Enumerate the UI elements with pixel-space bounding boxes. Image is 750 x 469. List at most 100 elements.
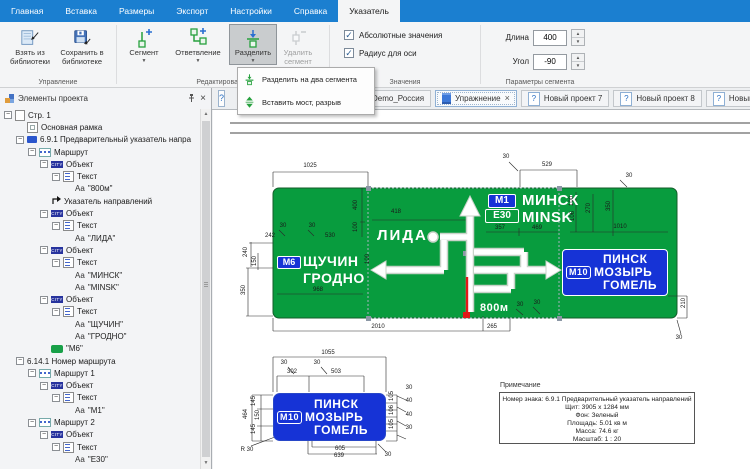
tree-item[interactable]: Аа"ЩУЧИН" <box>0 318 199 330</box>
tree-expander-icon[interactable]: − <box>40 210 48 218</box>
tree-expander-icon[interactable]: − <box>28 419 36 427</box>
sign-text-lida[interactable]: ЛИДА <box>377 227 428 244</box>
tree-item[interactable]: −Маршрут <box>0 146 199 158</box>
take-from-library-button[interactable]: Взять из библиотеки <box>4 24 56 67</box>
tab-new-project-9[interactable]: ? Новый проект 9 <box>706 90 750 107</box>
help-button[interactable]: ? <box>218 90 225 107</box>
sign-text-distance[interactable]: 800м <box>480 302 509 314</box>
tree-expander-icon[interactable]: − <box>52 443 60 451</box>
tree-item-label: Указатель направлений <box>64 197 152 206</box>
scrollbar-thumb[interactable] <box>202 121 210 457</box>
tree-item[interactable]: −6.9.1 Предварительный указатель напра <box>0 134 199 146</box>
tree-expander-icon[interactable]: − <box>40 160 48 168</box>
tree-expander-icon[interactable]: − <box>40 296 48 304</box>
tree-expander-icon[interactable]: − <box>52 394 60 402</box>
menu-help[interactable]: Справка <box>283 0 338 22</box>
split-button[interactable]: Разделить ▼ <box>229 24 277 65</box>
right-direction-panel[interactable]: ПИНСК М10 МОЗЫРЬ ГОМЕЛЬ <box>562 249 668 296</box>
tree-item[interactable]: Аа"ЛИДА" <box>0 232 199 244</box>
sign-text-schuchin[interactable]: ЩУЧИН <box>303 253 359 269</box>
radius-for-axis-checkbox-row[interactable]: ✓ Радиус для оси <box>344 48 442 58</box>
tab-close-icon[interactable]: × <box>505 94 510 103</box>
menu-tab-pointer-active[interactable]: Указатель <box>338 0 400 22</box>
tree-expander-icon[interactable]: − <box>28 369 36 377</box>
tree-item[interactable]: −Текст <box>0 441 199 453</box>
menu-insert[interactable]: Вставка <box>54 0 108 22</box>
tree-item[interactable]: −CITYОбъект <box>0 207 199 219</box>
tree-item[interactable]: −6.14.1 Номер маршрута <box>0 355 199 367</box>
length-spinner[interactable]: ▲ ▼ <box>571 29 585 46</box>
tree-item[interactable]: Аа"М1" <box>0 404 199 416</box>
length-input[interactable] <box>533 30 567 46</box>
tree-expander-icon[interactable]: − <box>28 148 36 156</box>
tree-item-label: 6.14.1 Номер маршрута <box>27 357 116 366</box>
tree-expander-icon[interactable]: − <box>40 431 48 439</box>
tree-expander-icon[interactable]: − <box>52 173 60 181</box>
tree-expander-icon[interactable]: − <box>40 382 48 390</box>
tree-item[interactable]: −Текст <box>0 257 199 269</box>
tree-item[interactable]: −Маршрут 2 <box>0 416 199 428</box>
tree-item[interactable]: −Маршрут 1 <box>0 367 199 379</box>
tree-item[interactable]: Аа"МИНСК" <box>0 269 199 281</box>
branch-button[interactable]: Ответвление ▼ <box>167 24 229 65</box>
spin-up-icon[interactable]: ▲ <box>572 54 584 62</box>
angle-spinner[interactable]: ▲ ▼ <box>571 53 585 70</box>
tree-item[interactable]: −CITYОбъект <box>0 380 199 392</box>
tree-scrollbar[interactable]: ▲ ▼ <box>200 109 211 469</box>
tree-item[interactable]: −CITYОбъект <box>0 244 199 256</box>
menu-item-split-into-two[interactable]: Разделить на два сегмента <box>238 68 374 91</box>
tab-new-project-7[interactable]: ? Новый проект 7 <box>521 90 610 107</box>
panel-close-icon[interactable]: × <box>200 94 206 104</box>
spin-down-icon[interactable]: ▼ <box>572 62 584 69</box>
tab-new-project-8[interactable]: ? Новый проект 8 <box>613 90 702 107</box>
tree-expander-icon[interactable]: − <box>52 259 60 267</box>
tree-item[interactable]: −Стр. 1 <box>0 109 199 121</box>
tree-expander-icon[interactable]: − <box>52 308 60 316</box>
menu-dimensions[interactable]: Размеры <box>108 0 165 22</box>
sign-text-grodno[interactable]: ГРОДНО <box>303 270 365 286</box>
tree-item[interactable]: Основная рамка <box>0 121 199 133</box>
tree-item[interactable]: Аа"Е30" <box>0 453 199 465</box>
radius-for-axis-checkbox[interactable]: ✓ <box>344 48 354 58</box>
tree-expander-icon[interactable]: − <box>16 136 24 144</box>
tree-item[interactable]: −Текст <box>0 306 199 318</box>
tree-expander-icon[interactable]: − <box>16 357 24 365</box>
menu-settings[interactable]: Настройки <box>219 0 283 22</box>
tree-item[interactable]: −CITYОбъект <box>0 429 199 441</box>
tree-item[interactable]: −Текст <box>0 170 199 182</box>
tree-item[interactable]: Указатель направлений <box>0 195 199 207</box>
tree-item[interactable]: −Текст <box>0 220 199 232</box>
angle-input[interactable] <box>533 54 567 70</box>
tree-expander-icon[interactable]: − <box>40 246 48 254</box>
scroll-up-icon[interactable]: ▲ <box>201 109 211 120</box>
absolute-values-checkbox-row[interactable]: ✓ Абсолютные значения <box>344 30 442 40</box>
route-shield-e30[interactable]: Е30 <box>485 209 519 223</box>
delete-segment-button[interactable]: Удалить сегмент <box>277 24 319 67</box>
scroll-down-icon[interactable]: ▼ <box>201 458 211 469</box>
route-shield-m6[interactable]: М6 <box>277 256 301 269</box>
tree-item[interactable]: −Текст <box>0 392 199 404</box>
spin-down-icon[interactable]: ▼ <box>572 38 584 45</box>
tree-item[interactable]: −CITYОбъект <box>0 158 199 170</box>
tab-uprazhnenie-active[interactable]: Упражнение × <box>435 90 517 107</box>
save-to-library-button[interactable]: Сохранить в библиотеке <box>56 24 108 67</box>
tree-expander-icon[interactable]: − <box>52 222 60 230</box>
small-sign-panel[interactable]: ПИНСК М10 МОЗЫРЬ ГОМЕЛЬ <box>273 393 386 441</box>
menu-export[interactable]: Экспорт <box>165 0 219 22</box>
sign-text-minsk-en[interactable]: MINSK <box>522 209 573 226</box>
route-shield-m1[interactable]: М1 <box>488 194 516 208</box>
tree-item[interactable]: Аа"800м" <box>0 183 199 195</box>
menu-main[interactable]: Главная <box>0 0 54 22</box>
absolute-values-checkbox[interactable]: ✓ <box>344 30 354 40</box>
menu-item-insert-bridge[interactable]: Вставить мост, разрыв <box>238 91 374 114</box>
tree-expander-icon[interactable]: − <box>4 111 12 119</box>
spin-up-icon[interactable]: ▲ <box>572 30 584 38</box>
segment-button[interactable]: Сегмент ▼ <box>121 24 167 65</box>
split-dropdown-arrow: ▼ <box>251 59 256 64</box>
tree-item[interactable]: Аа"ГРОДНО" <box>0 330 199 342</box>
drawing-canvas[interactable]: М1 Е30 МИНСК MINSK ЛИДА М6 ЩУЧИН ГРОДНО … <box>213 110 750 469</box>
tree-item[interactable]: "М6" <box>0 343 199 355</box>
pin-icon[interactable] <box>187 93 196 105</box>
tree-item[interactable]: −CITYОбъект <box>0 293 199 305</box>
tree-item[interactable]: Аа"MINSK" <box>0 281 199 293</box>
